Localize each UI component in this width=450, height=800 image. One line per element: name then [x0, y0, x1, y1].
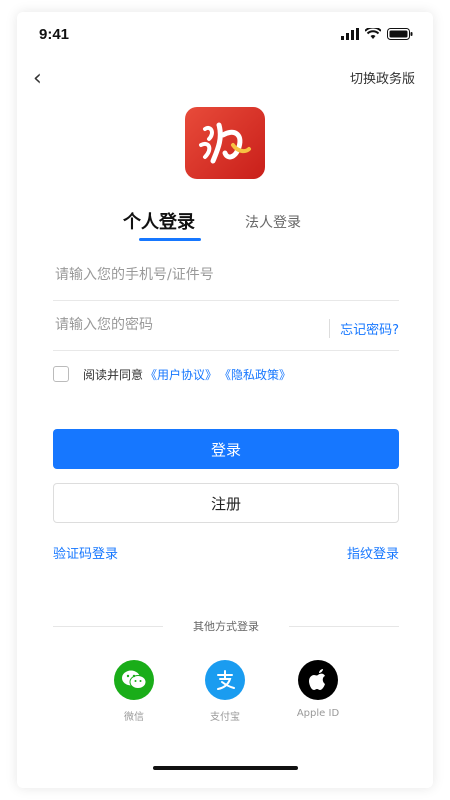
login-type-tabs: 个人登录 法人登录	[17, 208, 433, 248]
home-indicator	[153, 766, 298, 770]
other-methods-divider: 其他方式登录	[53, 618, 399, 634]
account-field	[53, 256, 399, 301]
login-button[interactable]: 登录	[53, 429, 399, 469]
register-button[interactable]: 注册	[53, 483, 399, 523]
fingerprint-login-link[interactable]: 指纹登录	[347, 543, 399, 562]
status-icons	[341, 28, 413, 40]
user-agreement-link[interactable]: 《用户协议》	[145, 366, 217, 383]
divider-line-right	[289, 626, 399, 627]
agreement-text: 阅读并同意	[83, 367, 144, 382]
account-input[interactable]	[53, 266, 307, 284]
apple-id-label: Apple ID	[296, 708, 340, 719]
app-logo	[185, 107, 265, 179]
back-icon[interactable]: ‹	[33, 66, 42, 91]
status-time: 9:41	[39, 26, 70, 43]
wifi-icon	[365, 28, 381, 39]
nav-bar: ‹ 切换政务版	[17, 62, 433, 92]
wechat-login[interactable]: 微信	[99, 660, 169, 723]
alipay-icon	[205, 660, 245, 700]
battery-icon	[387, 28, 413, 40]
apple-id-login[interactable]: Apple ID	[283, 660, 353, 719]
logo-mark-icon	[199, 122, 251, 164]
switch-government-version-link[interactable]: 切换政务版	[350, 68, 415, 87]
alipay-login[interactable]: 支付宝	[190, 660, 260, 723]
agreement-row: 阅读并同意 《用户协议》 《隐私政策》	[53, 364, 399, 384]
agreement-checkbox[interactable]	[53, 366, 69, 382]
alipay-label: 支付宝	[210, 712, 240, 723]
status-bar: 9:41	[17, 12, 433, 56]
sms-code-login-link[interactable]: 验证码登录	[53, 543, 118, 562]
privacy-policy-link[interactable]: 《隐私政策》	[219, 366, 291, 383]
password-field: 忘记密码?	[53, 306, 399, 351]
tab-legal-login[interactable]: 法人登录	[245, 212, 301, 232]
password-input[interactable]	[53, 316, 307, 334]
wechat-icon	[114, 660, 154, 700]
tab-active-indicator	[139, 238, 201, 241]
wechat-label: 微信	[124, 712, 144, 723]
apple-icon	[298, 660, 338, 700]
phone-screen: 9:41 ‹ 切换政务版 个人登录 法人登录 请输入您的手机号/证件号 忘记密码…	[17, 12, 433, 788]
forgot-password-link[interactable]: 忘记密码?	[329, 319, 399, 338]
tab-personal-login[interactable]: 个人登录	[123, 208, 195, 234]
signal-icon	[341, 28, 359, 40]
